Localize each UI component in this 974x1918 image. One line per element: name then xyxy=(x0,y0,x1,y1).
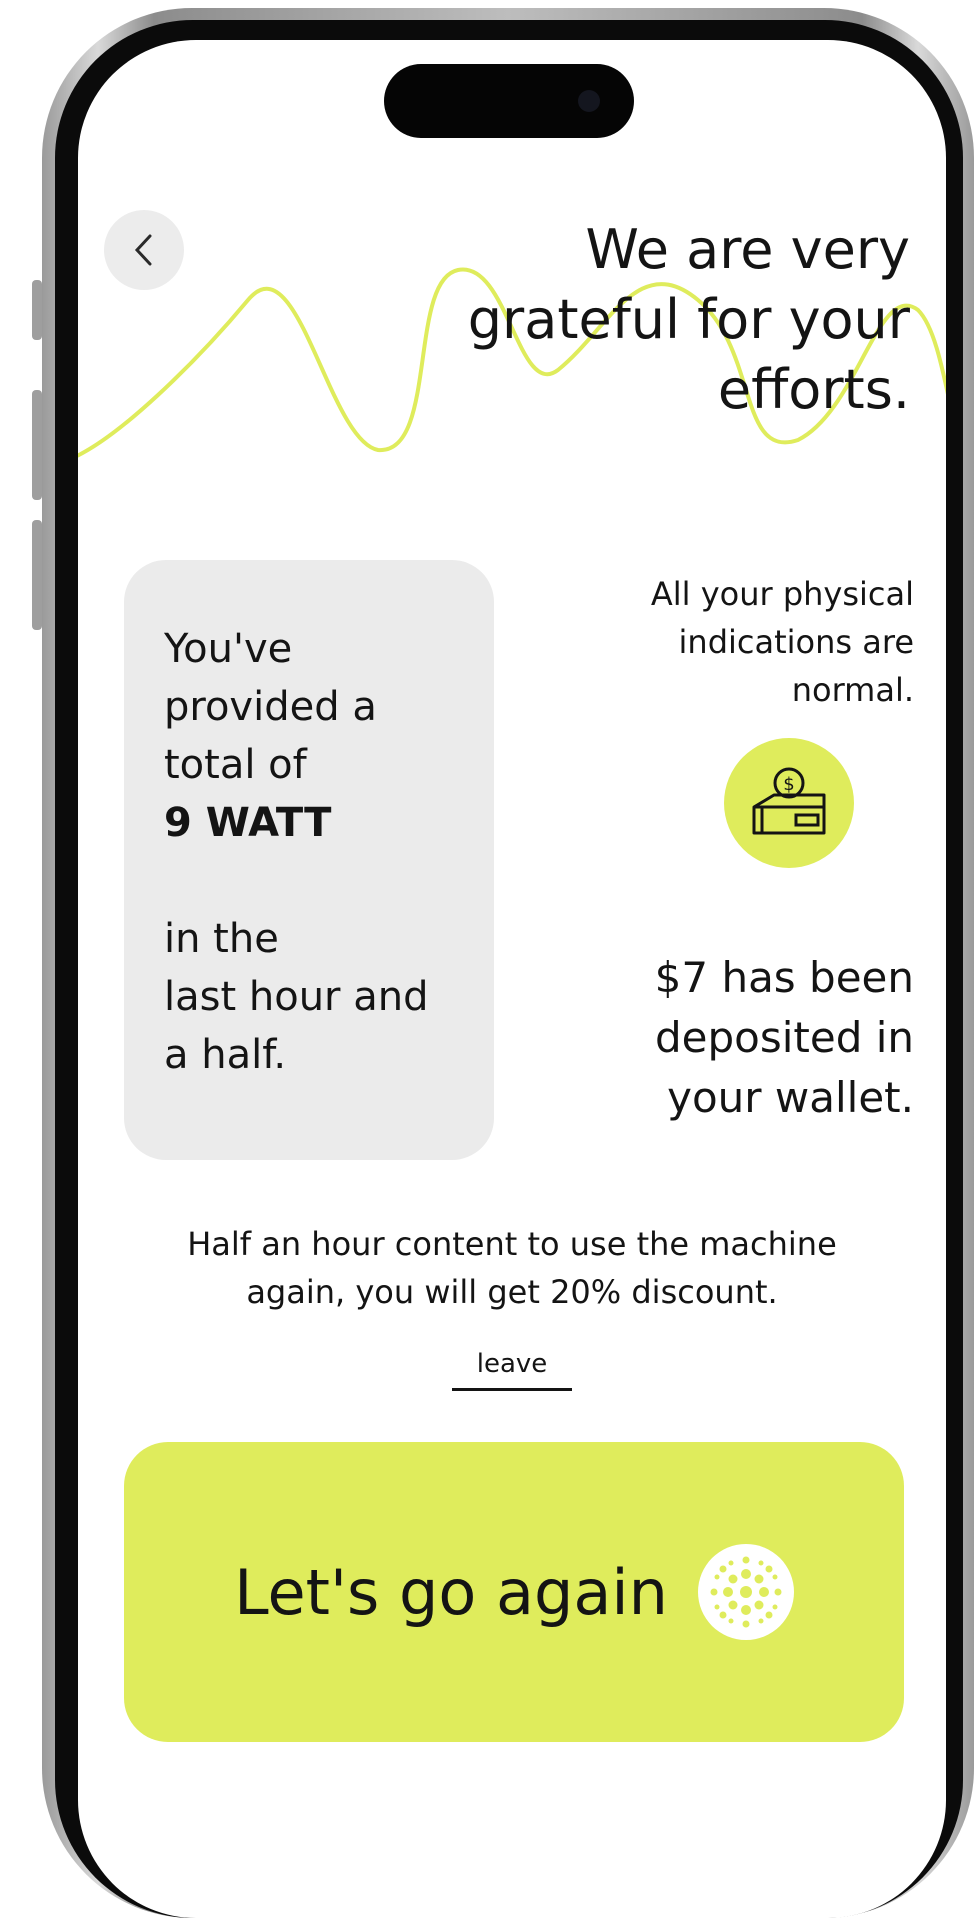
stats-line: provided a xyxy=(164,684,377,730)
phone-volume-down-button xyxy=(32,520,42,630)
stats-line: last hour and xyxy=(164,974,429,1020)
chevron-left-icon xyxy=(134,234,152,266)
stats-line: total of xyxy=(164,742,307,788)
front-camera xyxy=(578,90,600,112)
phone-volume-up-button xyxy=(32,390,42,500)
svg-text:$: $ xyxy=(783,774,794,795)
discount-message: Half an hour content to use the machine … xyxy=(187,1225,837,1311)
page-title: We are very grateful for your efforts. xyxy=(467,218,910,421)
stats-line: in the xyxy=(164,916,279,962)
wallet-badge: $ xyxy=(724,738,854,868)
dynamic-island xyxy=(384,64,634,138)
back-button[interactable] xyxy=(104,210,184,290)
power-stats-text: You've provided a total of 9 WATT in the… xyxy=(164,620,484,1084)
go-again-label: Let's go again xyxy=(234,1555,668,1629)
sparkle-dots-icon xyxy=(697,1544,794,1640)
wallet-dollar-icon: $ xyxy=(752,767,826,835)
health-status-note: All your physical indications are normal… xyxy=(650,575,914,709)
stage: We are very grateful for your efforts. Y… xyxy=(0,0,974,1918)
stats-spacer xyxy=(164,852,484,910)
deposit-message: $7 has been deposited in your wallet. xyxy=(654,953,914,1122)
power-value: 9 WATT xyxy=(164,800,332,846)
go-again-button[interactable]: Let's go again xyxy=(124,1442,904,1742)
stats-line: a half. xyxy=(164,1032,287,1078)
power-stats-card: You've provided a total of 9 WATT in the… xyxy=(124,560,494,1160)
leave-link[interactable]: leave xyxy=(452,1344,572,1391)
stats-line: You've xyxy=(164,626,293,672)
phone-screen: We are very grateful for your efforts. Y… xyxy=(78,40,946,1918)
phone-action-button xyxy=(32,280,42,340)
